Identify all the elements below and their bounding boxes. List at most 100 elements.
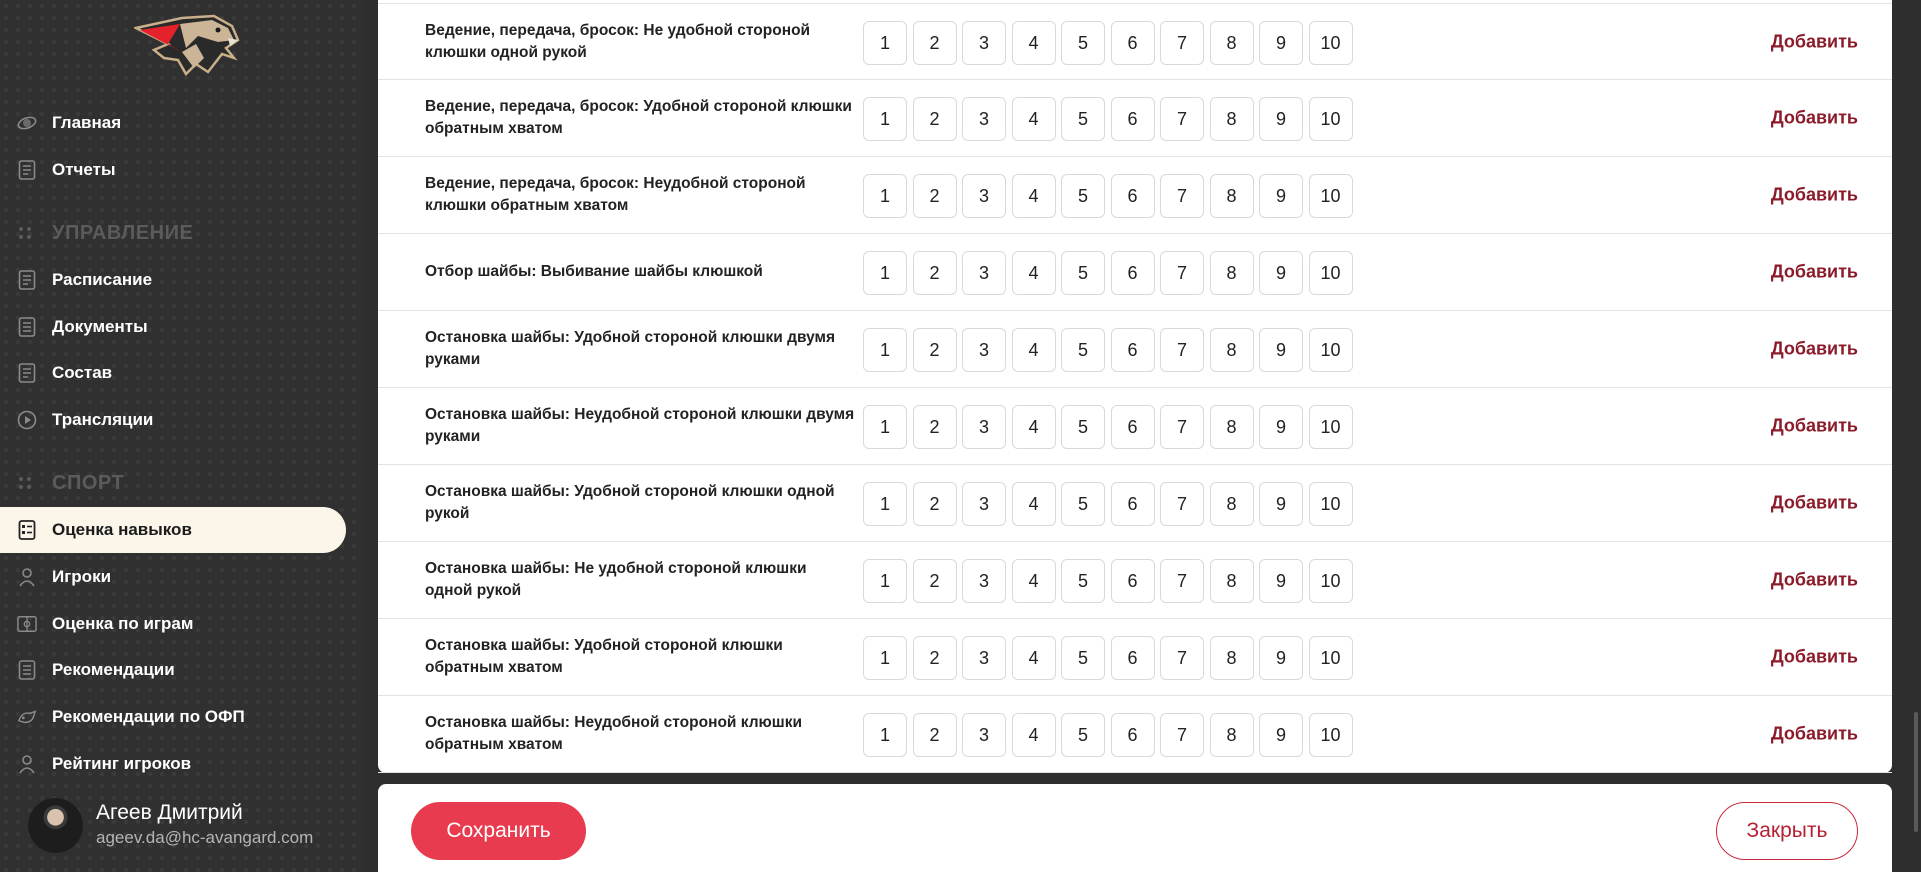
score-button-6[interactable]: 6	[1110, 174, 1155, 218]
score-button-6[interactable]: 6	[1110, 713, 1155, 757]
nav-item-schedule[interactable]: Расписание	[0, 257, 346, 303]
score-button-10[interactable]: 10	[1308, 251, 1353, 295]
add-button[interactable]: Добавить	[1771, 108, 1858, 129]
score-button-9[interactable]: 9	[1259, 174, 1303, 218]
score-button-7[interactable]: 7	[1160, 174, 1204, 218]
score-button-4[interactable]: 4	[1011, 713, 1056, 757]
score-button-4[interactable]: 4	[1011, 482, 1056, 526]
score-button-2[interactable]: 2	[912, 482, 957, 526]
score-button-5[interactable]: 5	[1061, 174, 1105, 218]
score-button-8[interactable]: 8	[1209, 482, 1254, 526]
score-button-4[interactable]: 4	[1011, 559, 1056, 603]
nav-item-roster[interactable]: Состав	[0, 350, 346, 396]
score-button-1[interactable]: 1	[863, 328, 907, 372]
score-button-9[interactable]: 9	[1259, 482, 1303, 526]
score-button-9[interactable]: 9	[1259, 21, 1303, 65]
score-button-5[interactable]: 5	[1061, 559, 1105, 603]
score-button-7[interactable]: 7	[1160, 559, 1204, 603]
score-button-1[interactable]: 1	[863, 405, 907, 449]
score-button-6[interactable]: 6	[1110, 251, 1155, 295]
score-button-9[interactable]: 9	[1259, 97, 1303, 141]
score-button-10[interactable]: 10	[1308, 174, 1353, 218]
score-button-3[interactable]: 3	[962, 559, 1006, 603]
score-button-10[interactable]: 10	[1308, 21, 1353, 65]
score-button-8[interactable]: 8	[1209, 328, 1254, 372]
score-button-8[interactable]: 8	[1209, 559, 1254, 603]
score-button-3[interactable]: 3	[962, 328, 1006, 372]
nav-item-fitness-recommendations[interactable]: Рекомендации по ОФП	[0, 694, 346, 740]
nav-item-game-rating[interactable]: Оценка по играм	[0, 601, 346, 647]
score-button-1[interactable]: 1	[863, 251, 907, 295]
score-button-4[interactable]: 4	[1011, 328, 1056, 372]
score-button-7[interactable]: 7	[1160, 21, 1204, 65]
score-button-1[interactable]: 1	[863, 636, 907, 680]
score-button-4[interactable]: 4	[1011, 251, 1056, 295]
score-button-10[interactable]: 10	[1308, 328, 1353, 372]
nav-item-recommendations[interactable]: Рекомендации	[0, 647, 346, 693]
add-button[interactable]: Добавить	[1771, 570, 1858, 591]
score-button-3[interactable]: 3	[962, 97, 1006, 141]
score-button-6[interactable]: 6	[1110, 559, 1155, 603]
score-button-1[interactable]: 1	[863, 482, 907, 526]
score-button-9[interactable]: 9	[1259, 636, 1303, 680]
score-button-5[interactable]: 5	[1061, 713, 1105, 757]
score-button-2[interactable]: 2	[912, 328, 957, 372]
score-button-10[interactable]: 10	[1308, 405, 1353, 449]
score-button-4[interactable]: 4	[1011, 405, 1056, 449]
add-button[interactable]: Добавить	[1771, 31, 1858, 52]
nav-item-reports[interactable]: Отчеты	[0, 147, 346, 193]
score-button-5[interactable]: 5	[1061, 21, 1105, 65]
user-card[interactable]: Агеев Дмитрий ageev.da@hc-avangard.com	[28, 798, 358, 854]
score-button-6[interactable]: 6	[1110, 328, 1155, 372]
add-button[interactable]: Добавить	[1771, 647, 1858, 668]
score-button-1[interactable]: 1	[863, 21, 907, 65]
score-button-7[interactable]: 7	[1160, 97, 1204, 141]
score-button-7[interactable]: 7	[1160, 405, 1204, 449]
score-button-1[interactable]: 1	[863, 174, 907, 218]
nav-item-documents[interactable]: Документы	[0, 304, 346, 350]
score-button-3[interactable]: 3	[962, 405, 1006, 449]
score-button-3[interactable]: 3	[962, 636, 1006, 680]
score-button-10[interactable]: 10	[1308, 636, 1353, 680]
score-button-5[interactable]: 5	[1061, 482, 1105, 526]
score-button-8[interactable]: 8	[1209, 251, 1254, 295]
add-button[interactable]: Добавить	[1771, 262, 1858, 283]
score-button-8[interactable]: 8	[1209, 405, 1254, 449]
score-button-9[interactable]: 9	[1259, 328, 1303, 372]
score-button-1[interactable]: 1	[863, 559, 907, 603]
score-button-4[interactable]: 4	[1011, 636, 1056, 680]
score-button-5[interactable]: 5	[1061, 636, 1105, 680]
score-button-5[interactable]: 5	[1061, 328, 1105, 372]
score-button-3[interactable]: 3	[962, 482, 1006, 526]
score-button-3[interactable]: 3	[962, 21, 1006, 65]
add-button[interactable]: Добавить	[1771, 724, 1858, 745]
score-button-7[interactable]: 7	[1160, 328, 1204, 372]
add-button[interactable]: Добавить	[1771, 185, 1858, 206]
score-button-5[interactable]: 5	[1061, 251, 1105, 295]
score-button-7[interactable]: 7	[1160, 713, 1204, 757]
score-button-3[interactable]: 3	[962, 174, 1006, 218]
score-button-2[interactable]: 2	[912, 559, 957, 603]
nav-item-broadcasts[interactable]: Трансляции	[0, 397, 346, 443]
score-button-8[interactable]: 8	[1209, 713, 1254, 757]
score-button-7[interactable]: 7	[1160, 482, 1204, 526]
score-button-2[interactable]: 2	[912, 174, 957, 218]
score-button-8[interactable]: 8	[1209, 174, 1254, 218]
score-button-9[interactable]: 9	[1259, 559, 1303, 603]
score-button-1[interactable]: 1	[863, 713, 907, 757]
score-button-10[interactable]: 10	[1308, 482, 1353, 526]
score-button-4[interactable]: 4	[1011, 21, 1056, 65]
score-button-10[interactable]: 10	[1308, 559, 1353, 603]
score-button-6[interactable]: 6	[1110, 405, 1155, 449]
score-button-8[interactable]: 8	[1209, 636, 1254, 680]
score-button-2[interactable]: 2	[912, 21, 957, 65]
score-button-2[interactable]: 2	[912, 636, 957, 680]
score-button-9[interactable]: 9	[1259, 251, 1303, 295]
score-button-8[interactable]: 8	[1209, 97, 1254, 141]
score-button-6[interactable]: 6	[1110, 636, 1155, 680]
score-button-7[interactable]: 7	[1160, 636, 1204, 680]
score-button-8[interactable]: 8	[1209, 21, 1254, 65]
score-button-9[interactable]: 9	[1259, 405, 1303, 449]
score-button-3[interactable]: 3	[962, 251, 1006, 295]
add-button[interactable]: Добавить	[1771, 339, 1858, 360]
